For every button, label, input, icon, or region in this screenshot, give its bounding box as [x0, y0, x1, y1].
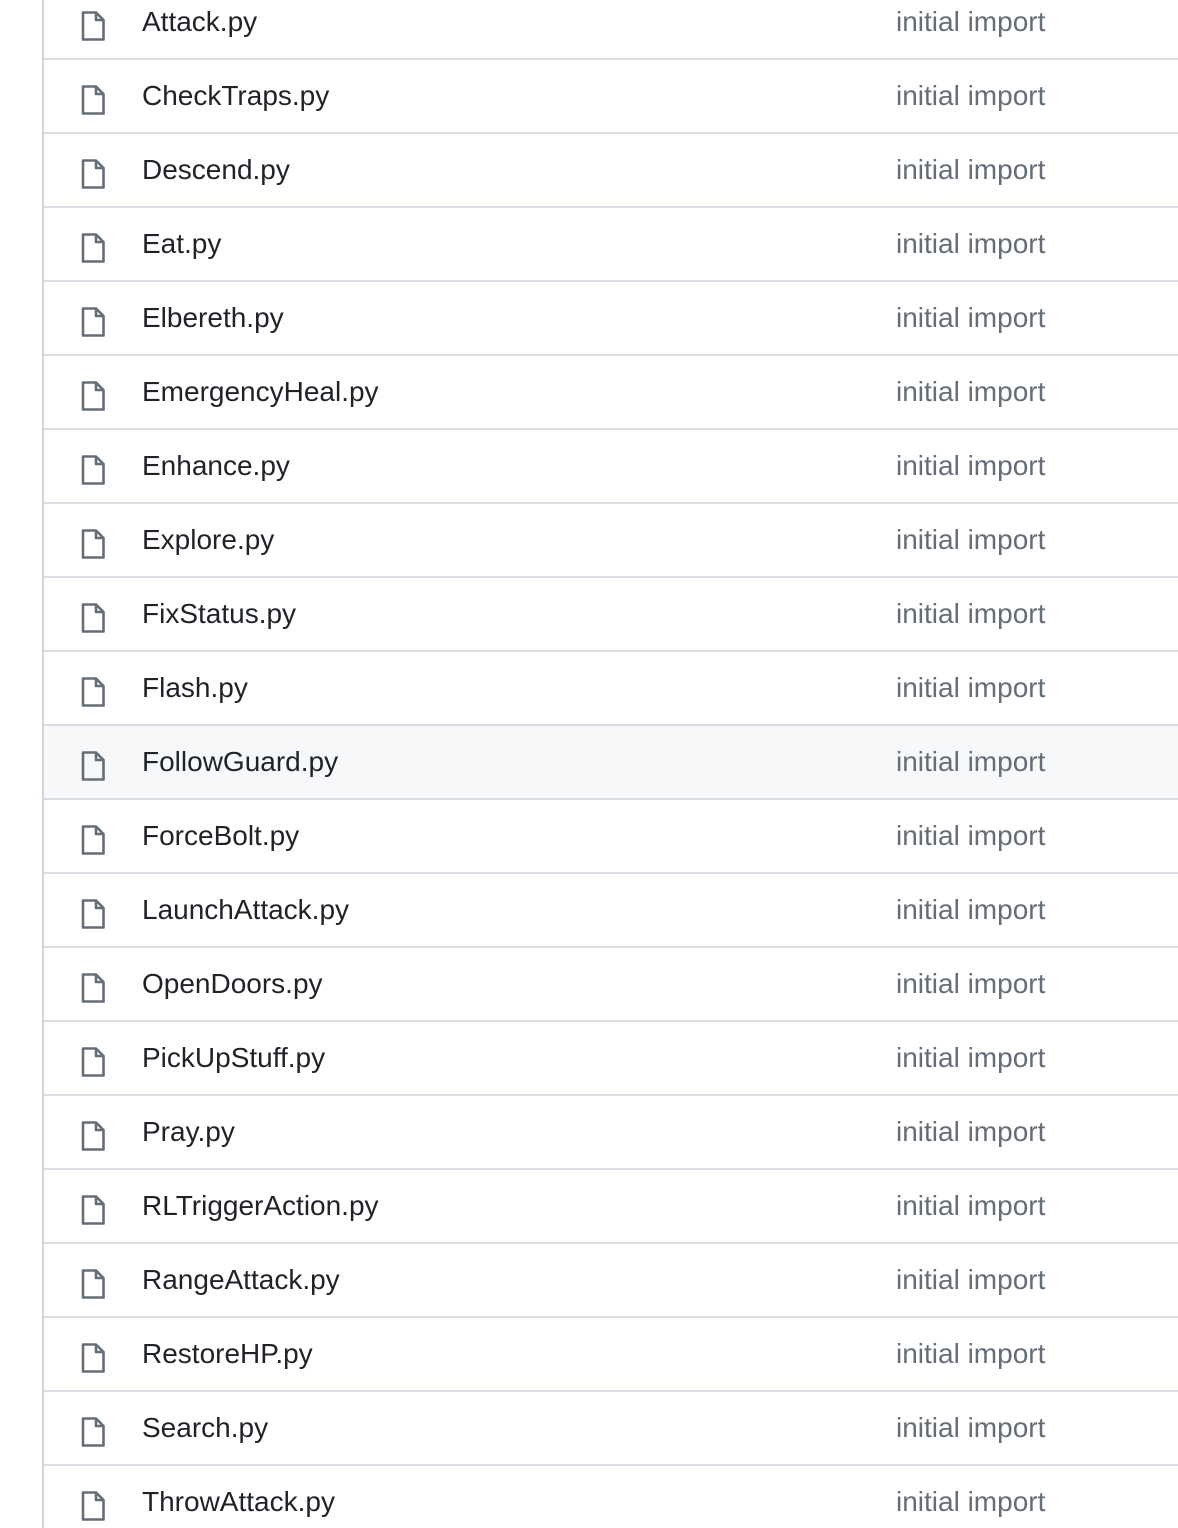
file-icon [80, 232, 106, 264]
file-row[interactable]: Descend.py initial import [44, 134, 1178, 208]
file-name-link[interactable]: EmergencyHeal.py [142, 376, 379, 408]
file-row[interactable]: Eat.py initial import [44, 208, 1178, 282]
file-name-link[interactable]: Elbereth.py [142, 302, 284, 334]
file-name-link[interactable]: Flash.py [142, 672, 248, 704]
file-icon [80, 10, 106, 42]
file-row[interactable]: RestoreHP.py initial import [44, 1318, 1178, 1392]
commit-message-link[interactable]: initial import [896, 894, 1045, 926]
file-icon [80, 1194, 106, 1226]
file-browser-page: Attack.py initial import CheckTraps.py i… [0, 0, 1178, 1528]
file-icon [80, 676, 106, 708]
file-row[interactable]: FixStatus.py initial import [44, 578, 1178, 652]
file-row[interactable]: ThrowAttack.py initial import [44, 1466, 1178, 1528]
file-name-link[interactable]: ForceBolt.py [142, 820, 299, 852]
file-name-link[interactable]: FollowGuard.py [142, 746, 338, 778]
file-row[interactable]: EmergencyHeal.py initial import [44, 356, 1178, 430]
commit-message-link[interactable]: initial import [896, 1042, 1045, 1074]
file-icon [80, 84, 106, 116]
file-icon [80, 1416, 106, 1448]
commit-message-link[interactable]: initial import [896, 1412, 1045, 1444]
file-icon [80, 158, 106, 190]
commit-message-link[interactable]: initial import [896, 80, 1045, 112]
commit-message-link[interactable]: initial import [896, 450, 1045, 482]
commit-message-link[interactable]: initial import [896, 524, 1045, 556]
file-icon [80, 1342, 106, 1374]
file-icon [80, 750, 106, 782]
file-name-link[interactable]: RestoreHP.py [142, 1338, 313, 1370]
file-icon [80, 1490, 106, 1522]
file-icon [80, 306, 106, 338]
commit-message-link[interactable]: initial import [896, 672, 1045, 704]
file-row[interactable]: Explore.py initial import [44, 504, 1178, 578]
commit-message-link[interactable]: initial import [896, 1486, 1045, 1518]
file-row[interactable]: ForceBolt.py initial import [44, 800, 1178, 874]
file-name-link[interactable]: Enhance.py [142, 450, 290, 482]
file-list: Attack.py initial import CheckTraps.py i… [42, 0, 1178, 1528]
file-name-link[interactable]: CheckTraps.py [142, 80, 329, 112]
commit-message-link[interactable]: initial import [896, 228, 1045, 260]
file-row[interactable]: FollowGuard.py initial import [44, 726, 1178, 800]
commit-message-link[interactable]: initial import [896, 302, 1045, 334]
file-name-link[interactable]: FixStatus.py [142, 598, 296, 630]
file-name-link[interactable]: Pray.py [142, 1116, 235, 1148]
commit-message-link[interactable]: initial import [896, 376, 1045, 408]
file-icon [80, 602, 106, 634]
commit-message-link[interactable]: initial import [896, 1116, 1045, 1148]
file-row[interactable]: Search.py initial import [44, 1392, 1178, 1466]
file-row[interactable]: RLTriggerAction.py initial import [44, 1170, 1178, 1244]
file-icon [80, 898, 106, 930]
file-name-link[interactable]: PickUpStuff.py [142, 1042, 325, 1074]
file-icon [80, 1268, 106, 1300]
file-row[interactable]: LaunchAttack.py initial import [44, 874, 1178, 948]
file-name-link[interactable]: ThrowAttack.py [142, 1486, 335, 1518]
commit-message-link[interactable]: initial import [896, 968, 1045, 1000]
file-row[interactable]: Pray.py initial import [44, 1096, 1178, 1170]
commit-message-link[interactable]: initial import [896, 598, 1045, 630]
file-icon [80, 824, 106, 856]
commit-message-link[interactable]: initial import [896, 820, 1045, 852]
file-name-link[interactable]: Attack.py [142, 6, 257, 38]
file-icon [80, 380, 106, 412]
commit-message-link[interactable]: initial import [896, 154, 1045, 186]
file-name-link[interactable]: Eat.py [142, 228, 221, 260]
file-icon [80, 972, 106, 1004]
file-icon [80, 454, 106, 486]
file-name-link[interactable]: OpenDoors.py [142, 968, 323, 1000]
file-name-link[interactable]: Descend.py [142, 154, 290, 186]
file-name-link[interactable]: LaunchAttack.py [142, 894, 349, 926]
file-row[interactable]: OpenDoors.py initial import [44, 948, 1178, 1022]
commit-message-link[interactable]: initial import [896, 6, 1045, 38]
file-icon [80, 1120, 106, 1152]
file-name-link[interactable]: Explore.py [142, 524, 274, 556]
commit-message-link[interactable]: initial import [896, 1190, 1045, 1222]
file-name-link[interactable]: RangeAttack.py [142, 1264, 340, 1296]
file-row[interactable]: Elbereth.py initial import [44, 282, 1178, 356]
commit-message-link[interactable]: initial import [896, 1338, 1045, 1370]
file-name-link[interactable]: Search.py [142, 1412, 268, 1444]
commit-message-link[interactable]: initial import [896, 1264, 1045, 1296]
file-row[interactable]: Enhance.py initial import [44, 430, 1178, 504]
file-row[interactable]: RangeAttack.py initial import [44, 1244, 1178, 1318]
commit-message-link[interactable]: initial import [896, 746, 1045, 778]
file-icon [80, 528, 106, 560]
file-row[interactable]: Attack.py initial import [44, 0, 1178, 60]
file-row[interactable]: PickUpStuff.py initial import [44, 1022, 1178, 1096]
file-icon [80, 1046, 106, 1078]
file-row[interactable]: CheckTraps.py initial import [44, 60, 1178, 134]
file-row[interactable]: Flash.py initial import [44, 652, 1178, 726]
file-name-link[interactable]: RLTriggerAction.py [142, 1190, 379, 1222]
